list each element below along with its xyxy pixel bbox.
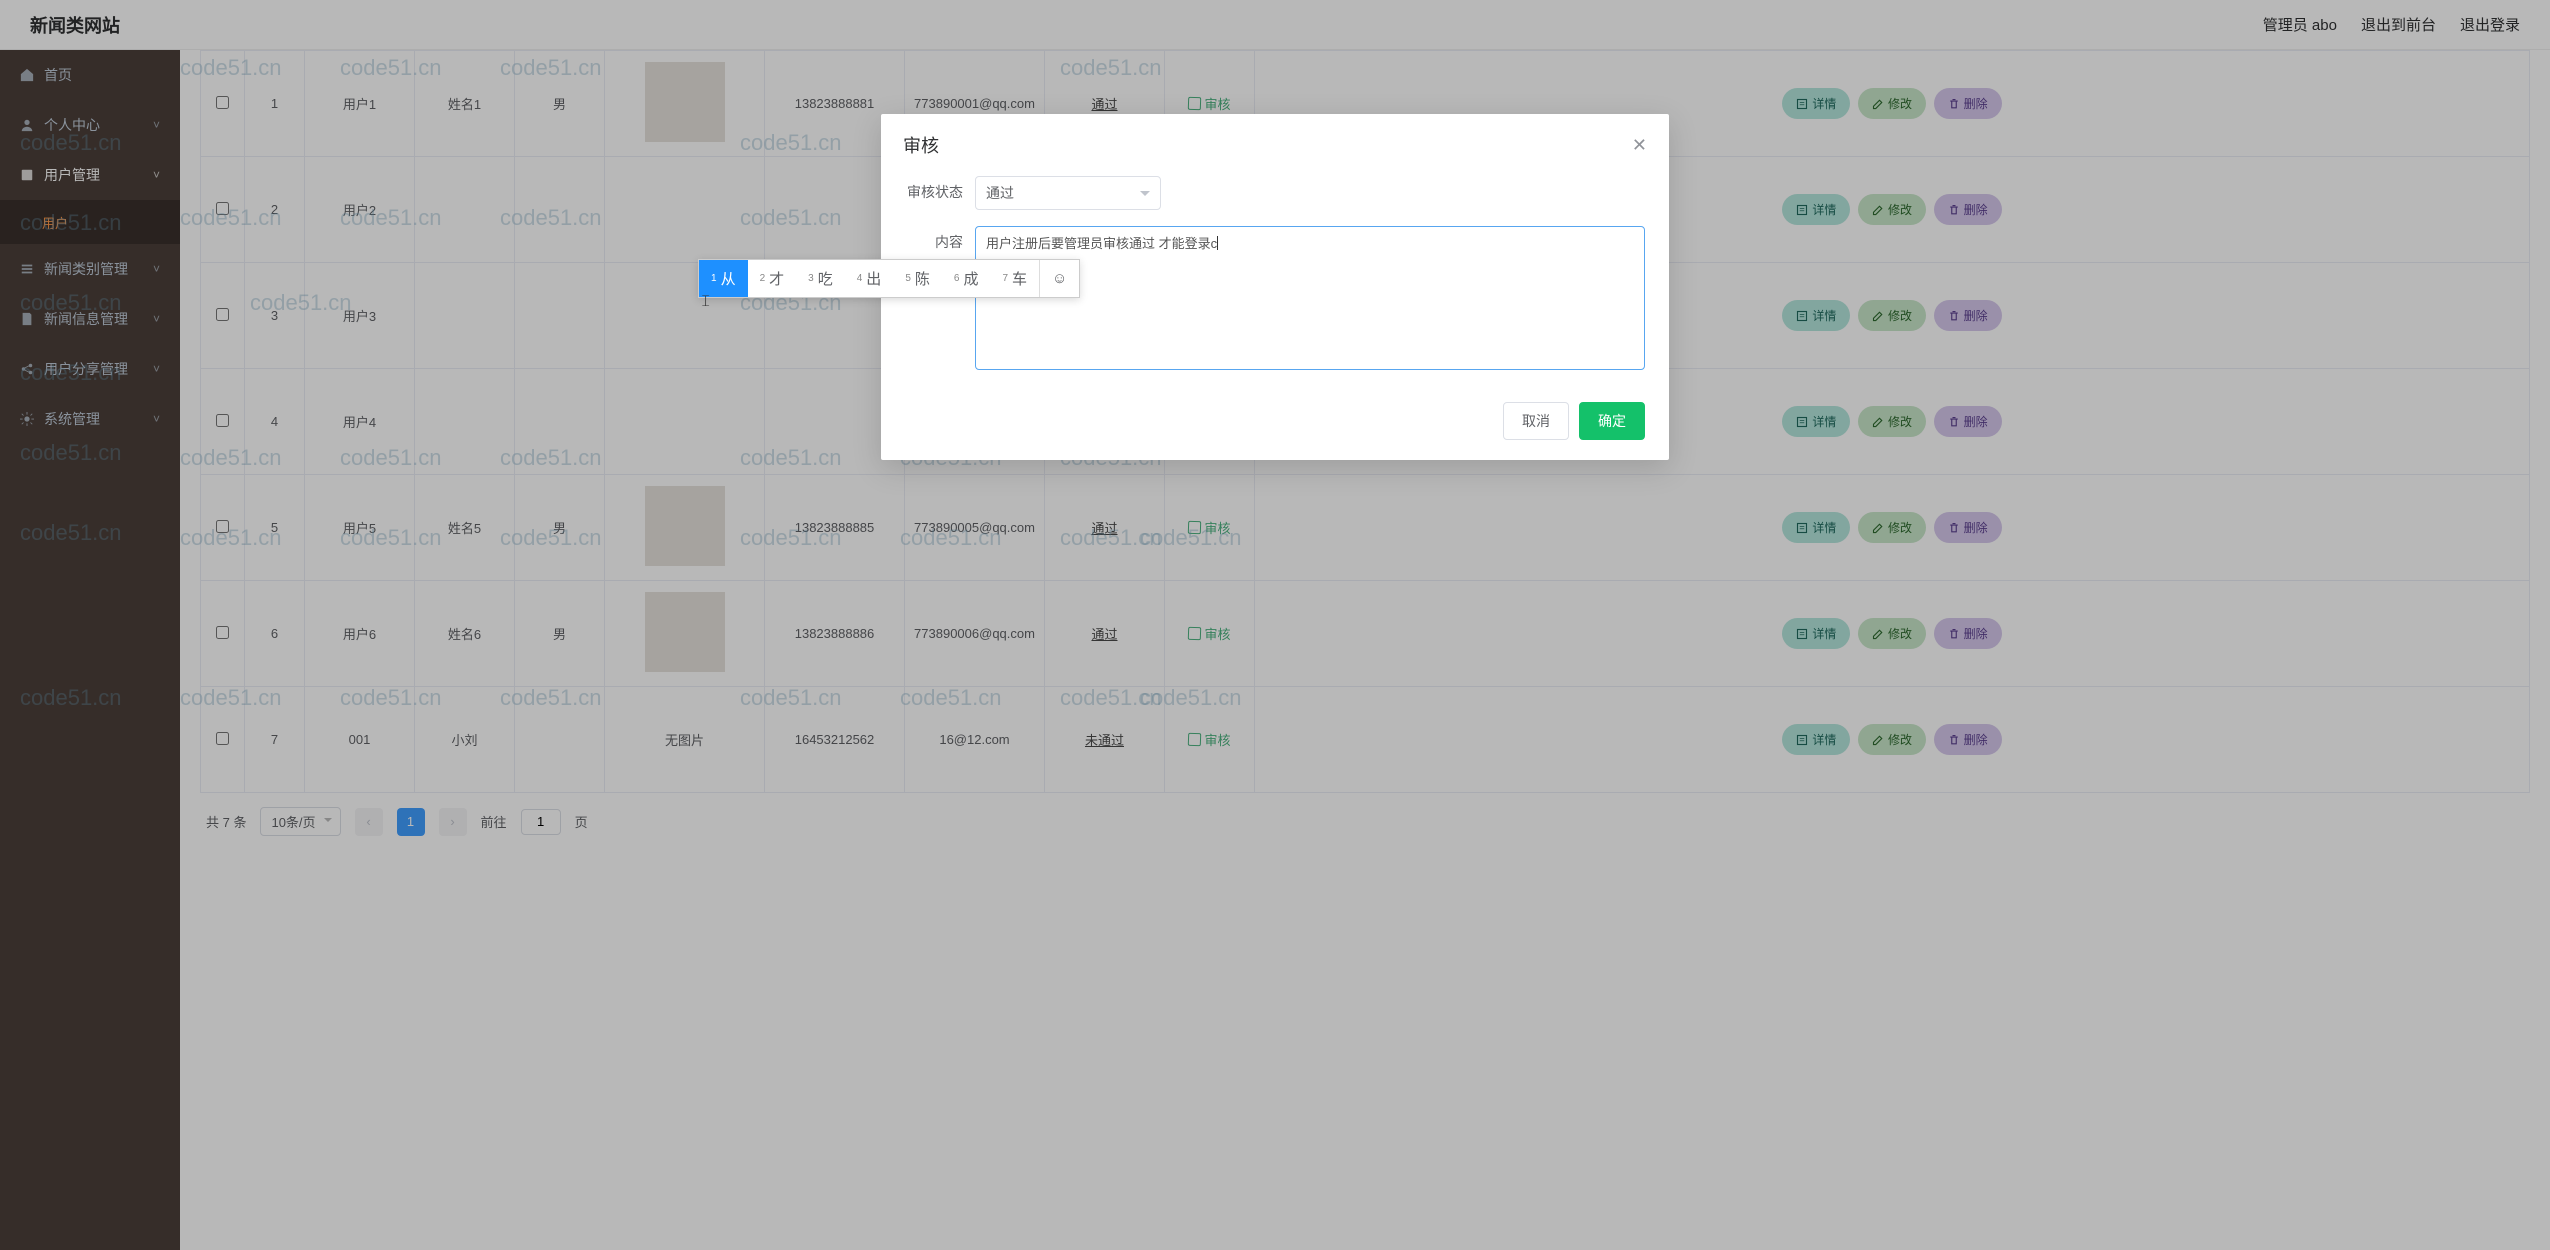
ime-candidate-number: 5 [905,273,911,284]
ime-candidate-number: 3 [808,273,814,284]
ime-candidate[interactable]: 6成 [942,260,991,297]
ime-candidate-char: 车 [1012,268,1027,289]
ime-candidate[interactable]: 7车 [990,260,1039,297]
ime-candidate-char: 才 [769,268,784,289]
ime-candidate-number: 2 [760,273,766,284]
ime-candidate[interactable]: 5陈 [893,260,942,297]
content-textarea[interactable]: 用户注册后要管理员审核通过 才能登录c [975,226,1645,370]
textarea-value: 用户注册后要管理员审核通过 才能登录c [986,236,1217,251]
ime-candidate-bar: 1从2才3吃4出5陈6成7车 ☺ [698,259,1080,298]
field-label-status: 审核状态 [905,182,975,202]
text-caret-icon: 𝙸 [700,293,711,311]
ime-candidate[interactable]: 3吃 [796,260,845,297]
ime-candidate-number: 1 [711,273,717,284]
ime-candidate-number: 7 [1002,273,1008,284]
ime-candidate-char: 出 [866,268,881,289]
field-label-content: 内容 [905,232,975,252]
cancel-button[interactable]: 取消 [1503,402,1569,440]
ime-candidate-number: 4 [857,273,863,284]
ime-candidate-char: 成 [963,268,978,289]
dialog-title: 审核 [903,132,939,158]
ime-candidate-number: 6 [954,273,960,284]
status-select-value: 通过 [986,183,1014,203]
status-select[interactable]: 通过 [975,176,1161,210]
dialog-close-button[interactable]: ✕ [1632,135,1647,156]
ime-candidate-char: 陈 [915,268,930,289]
ime-candidate-char: 吃 [818,268,833,289]
confirm-button[interactable]: 确定 [1579,402,1645,440]
ime-candidate[interactable]: 1从 [699,260,748,297]
ime-candidate-char: 从 [721,268,736,289]
text-cursor-icon [1217,236,1218,250]
ime-emoji-button[interactable]: ☺ [1039,260,1079,297]
ime-candidate[interactable]: 2才 [748,260,797,297]
ime-candidate[interactable]: 4出 [845,260,894,297]
